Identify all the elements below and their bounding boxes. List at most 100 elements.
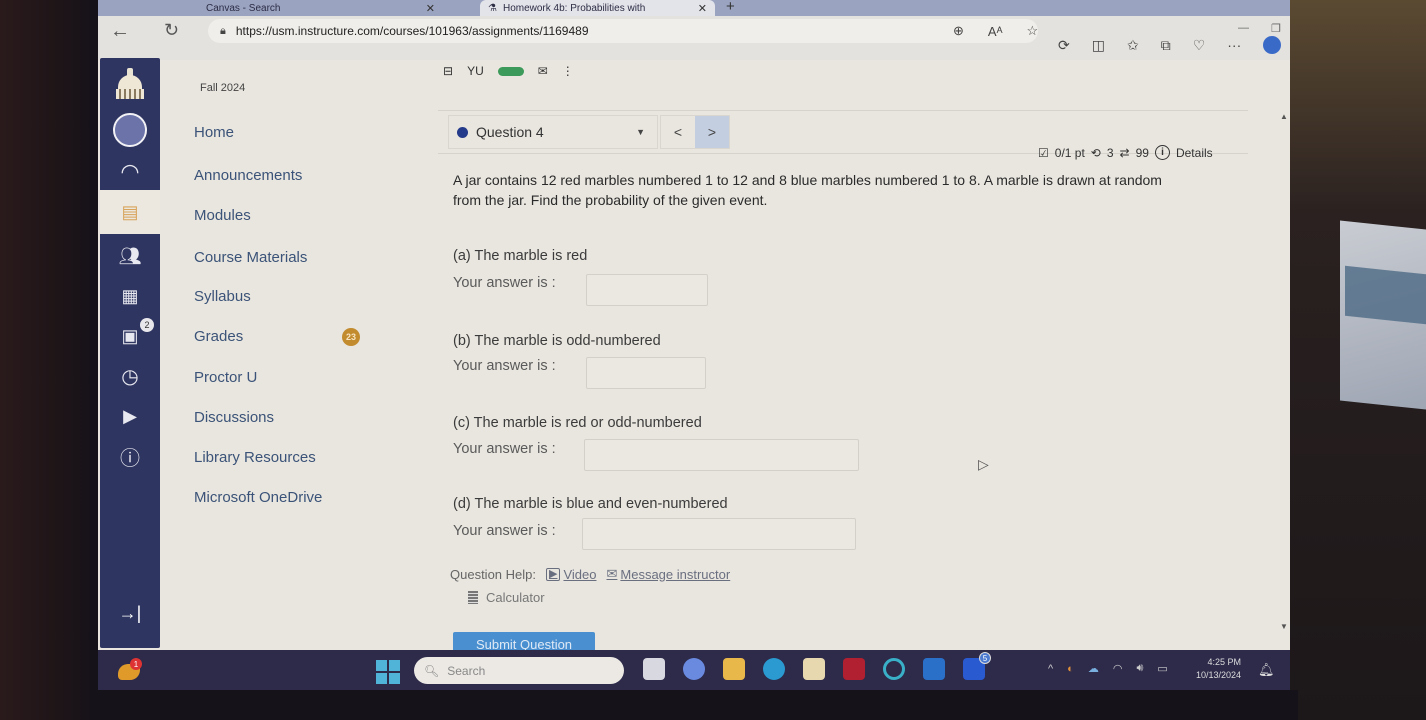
course-nav-modules[interactable]: Modules bbox=[194, 207, 251, 224]
course-nav-proctor-u[interactable]: Proctor U bbox=[194, 369, 257, 386]
extensions-icon[interactable]: ⟳ bbox=[1058, 37, 1070, 54]
edge-icon[interactable] bbox=[763, 658, 785, 680]
course-nav-announcements[interactable]: Announcements bbox=[194, 167, 302, 184]
onedrive-icon[interactable]: ☁ bbox=[1088, 662, 1099, 675]
global-nav-studio[interactable]: ▶ bbox=[100, 396, 160, 436]
battery-icon[interactable]: ▭ bbox=[1157, 662, 1167, 675]
previous-question-button[interactable]: < bbox=[661, 116, 695, 148]
yu-extension-icon[interactable]: YU bbox=[467, 64, 484, 78]
course-nav-label: Announcements bbox=[194, 167, 303, 184]
task-view-icon[interactable] bbox=[643, 658, 665, 680]
course-nav-course-materials[interactable]: Course Materials bbox=[194, 249, 307, 266]
video-link[interactable]: ▶ Video bbox=[546, 567, 596, 582]
global-nav-account[interactable] bbox=[100, 110, 160, 150]
course-nav-home[interactable]: Home bbox=[194, 124, 234, 141]
close-tab-icon[interactable]: ✕ bbox=[698, 2, 707, 15]
clock-date: 10/13/2024 bbox=[1196, 670, 1242, 680]
notifications-icon[interactable]: 🔔︎ bbox=[1258, 662, 1275, 678]
question-selector[interactable]: Question 4 ▼ bbox=[448, 115, 658, 149]
global-nav-courses[interactable]: ▤ bbox=[100, 190, 160, 234]
calculator-link[interactable]: Calculator bbox=[468, 590, 545, 605]
collections-icon[interactable]: ⧉ bbox=[1161, 37, 1171, 54]
part-b-answer-label: Your answer is : bbox=[453, 358, 556, 374]
plus-icon[interactable]: + bbox=[726, 0, 735, 14]
question-pager: < > bbox=[660, 115, 730, 149]
store-icon[interactable] bbox=[803, 658, 825, 680]
reload-icon[interactable]: ↻ bbox=[164, 20, 179, 41]
global-nav-dashboard[interactable]: ◠ bbox=[100, 152, 160, 192]
zoom-icon[interactable]: ⊕ bbox=[953, 23, 964, 39]
video-play-icon: ▶ bbox=[546, 567, 561, 581]
file-explorer-icon[interactable] bbox=[723, 658, 745, 680]
part-c-answer-input[interactable] bbox=[584, 439, 859, 471]
submit-question-button[interactable]: Submit Question bbox=[453, 632, 595, 652]
immersive-reader-icon[interactable]: ⊟ bbox=[443, 64, 453, 78]
collapse-arrow-icon[interactable]: →| bbox=[100, 603, 160, 624]
global-navigation: ◠ ▤ 👥︎ ▦ ▣ 2 ◷ ▶ ⓘ →| bbox=[100, 58, 160, 648]
more-icon[interactable]: ··· bbox=[1227, 37, 1241, 53]
mcafee-icon[interactable] bbox=[843, 658, 865, 680]
teams-l-icon[interactable]: 5 bbox=[963, 652, 991, 680]
message-instructor-link[interactable]: ✉ Message instructor bbox=[606, 566, 730, 582]
browser-tab-homework[interactable]: ⚗ Homework 4b: Probabilities with ✕ bbox=[480, 0, 715, 16]
read-aloud-icon[interactable]: Aᴬ bbox=[988, 24, 1003, 39]
details-link[interactable]: Details bbox=[1176, 146, 1213, 160]
widgets-button[interactable]: 1 bbox=[118, 658, 142, 682]
retries-count: 3 bbox=[1106, 145, 1114, 160]
part-d-answer-input[interactable] bbox=[582, 518, 856, 550]
outlook-icon[interactable] bbox=[923, 658, 945, 680]
university-logo[interactable] bbox=[100, 62, 160, 106]
restore-icon[interactable]: ❐ bbox=[1271, 22, 1281, 35]
wifi-icon[interactable]: ◠ bbox=[1113, 662, 1123, 675]
start-button[interactable] bbox=[376, 660, 400, 684]
course-nav-label: Course Materials bbox=[194, 249, 308, 266]
favorites-icon[interactable]: ✩ bbox=[1127, 37, 1139, 54]
favorite-star-icon[interactable]: ☆ bbox=[1026, 23, 1038, 39]
cortana-icon[interactable] bbox=[883, 658, 905, 680]
browser-tab-canvas-search[interactable]: Canvas - Search ✕ bbox=[198, 0, 443, 16]
page-tools: ⊟ YU ✉ ⋮ bbox=[443, 64, 574, 78]
course-nav-library-resources[interactable]: Library Resources bbox=[194, 449, 316, 466]
minimize-icon[interactable]: — bbox=[1238, 22, 1249, 35]
windows-taskbar: 1 🔍︎ Search 5 ^ ◐ ☁ ◠ 🔊︎ ▭ 4:25 PM 10/13… bbox=[98, 650, 1290, 690]
scroll-down-arrow-icon[interactable]: ▼ bbox=[1280, 622, 1288, 631]
next-question-button[interactable]: > bbox=[695, 116, 729, 148]
global-nav-calendar[interactable]: ▦ bbox=[100, 276, 160, 316]
browser-essentials-icon[interactable]: ♡ bbox=[1193, 37, 1206, 54]
course-nav-discussions[interactable]: Discussions bbox=[194, 409, 274, 426]
global-nav-groups[interactable]: 👥︎ bbox=[100, 236, 160, 276]
kebab-menu-icon[interactable]: ⋮ bbox=[562, 64, 574, 78]
course-nav-microsoft-onedrive[interactable]: Microsoft OneDrive bbox=[194, 489, 322, 506]
show-hidden-icons-chevron-icon[interactable]: ^ bbox=[1048, 663, 1053, 675]
global-nav-history[interactable]: ◷ bbox=[100, 356, 160, 396]
part-a-answer-input[interactable] bbox=[586, 274, 708, 306]
sync-icon[interactable]: ◐ bbox=[1067, 663, 1074, 675]
part-b-answer-input[interactable] bbox=[586, 357, 706, 389]
calendar-icon: ▦ bbox=[121, 285, 139, 306]
close-tab-icon[interactable]: ✕ bbox=[426, 2, 435, 15]
taskbar-search-placeholder: Search bbox=[447, 663, 486, 678]
back-arrow-icon[interactable]: ← bbox=[110, 20, 130, 43]
search-icon: 🔍︎ bbox=[424, 663, 440, 678]
url-field[interactable]: 🔒︎ https://usm.instructure.com/courses/1… bbox=[208, 19, 1038, 43]
taskbar-clock[interactable]: 4:25 PM 10/13/2024 bbox=[1196, 656, 1241, 682]
question-selector-label: Question 4 bbox=[476, 124, 544, 140]
info-icon[interactable]: i bbox=[1154, 145, 1170, 160]
global-nav-help[interactable]: ⓘ bbox=[100, 436, 160, 476]
mail-icon[interactable]: ✉ bbox=[538, 64, 548, 78]
inbox-badge: 2 bbox=[140, 318, 154, 332]
course-nav-label: Grades bbox=[194, 328, 244, 345]
split-screen-icon[interactable]: ◫ bbox=[1092, 37, 1105, 54]
course-nav-grades[interactable]: Grades 23 bbox=[194, 328, 374, 346]
laptop-bezel-bottom bbox=[98, 690, 1298, 720]
global-nav-inbox[interactable]: ▣ 2 bbox=[100, 316, 160, 356]
browser-toolbar: ⟳ ◫ ✩ ⧉ ♡ ··· bbox=[1058, 36, 1282, 54]
profile-icon[interactable] bbox=[1263, 36, 1282, 54]
question-help: Question Help: ▶ Video ✉ Message instructo… bbox=[450, 566, 730, 582]
taskbar-search[interactable]: 🔍︎ Search bbox=[414, 657, 624, 684]
copilot-icon[interactable] bbox=[683, 658, 705, 680]
volume-icon[interactable]: 🔊︎ bbox=[1136, 662, 1143, 675]
course-nav-syllabus[interactable]: Syllabus bbox=[194, 288, 251, 305]
toggle-switch[interactable] bbox=[497, 66, 524, 76]
scroll-up-arrow-icon[interactable]: ▲ bbox=[1280, 112, 1288, 121]
